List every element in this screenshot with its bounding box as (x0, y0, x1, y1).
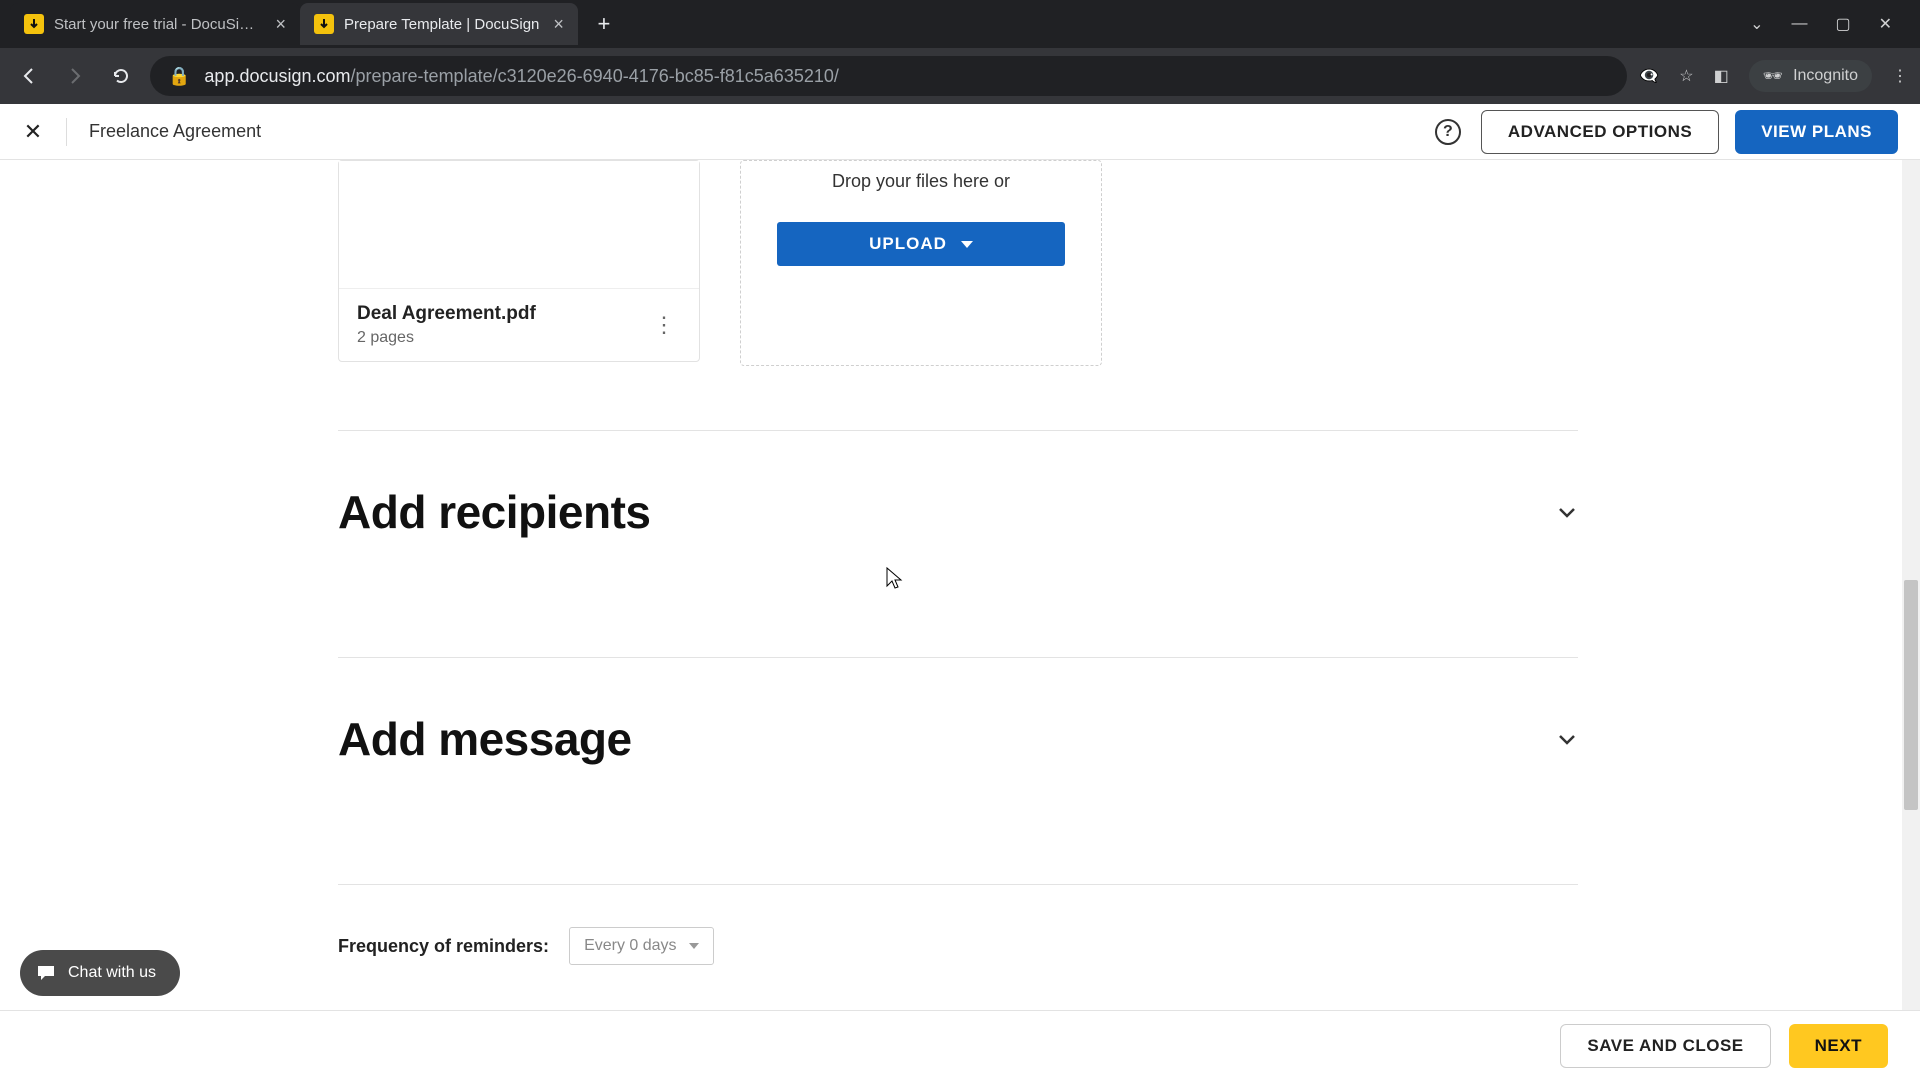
eye-off-icon[interactable]: 👁‍🗨 (1639, 66, 1659, 86)
tab-title: Start your free trial - DocuSign eS (54, 16, 261, 33)
document-thumbnail (339, 161, 699, 289)
tab-strip: Start your free trial - DocuSign eS × Pr… (0, 0, 1920, 48)
window-controls: ⌄ — ▢ ✕ (1750, 14, 1920, 34)
reminder-frequency-select[interactable]: Every 0 days (569, 927, 713, 965)
live-chat-button[interactable]: Chat with us (20, 950, 180, 996)
vertical-scrollbar[interactable] (1902, 160, 1920, 1038)
caret-down-icon (689, 943, 699, 949)
bookmark-star-icon[interactable]: ☆ (1679, 66, 1693, 86)
caret-down-icon (961, 241, 973, 248)
browser-tab-1[interactable]: Start your free trial - DocuSign eS × (10, 3, 300, 45)
browser-tab-2[interactable]: Prepare Template | DocuSign × (300, 3, 578, 45)
chevron-down-icon (1556, 501, 1578, 523)
dropzone-hint: Drop your files here or (832, 171, 1010, 192)
divider (66, 118, 67, 146)
document-pagecount: 2 pages (357, 329, 647, 347)
chevron-down-icon (1556, 728, 1578, 750)
reminder-label: Frequency of reminders: (338, 936, 549, 957)
footer-bar: SAVE AND CLOSE NEXT (0, 1010, 1920, 1080)
url-input[interactable]: 🔒 app.docusign.com/prepare-template/c312… (150, 56, 1627, 96)
minimize-icon[interactable]: — (1791, 15, 1807, 33)
reload-button[interactable] (104, 59, 138, 93)
incognito-icon: 🕶 (1763, 66, 1783, 86)
documents-row: Deal Agreement.pdf 2 pages ⋮ Drop your f… (338, 160, 1578, 366)
docusign-favicon (24, 14, 44, 34)
close-window-icon[interactable]: ✕ (1879, 14, 1892, 34)
upload-dropzone[interactable]: Drop your files here or UPLOAD (740, 160, 1102, 366)
select-value: Every 0 days (584, 937, 676, 955)
side-panel-icon[interactable]: ◧ (1714, 66, 1729, 86)
upload-button[interactable]: UPLOAD (777, 222, 1065, 266)
view-plans-button[interactable]: VIEW PLANS (1735, 110, 1898, 154)
tab-title: Prepare Template | DocuSign (344, 16, 539, 33)
chat-label: Chat with us (68, 964, 156, 982)
document-filename: Deal Agreement.pdf (357, 303, 647, 325)
tab-close-icon[interactable]: × (275, 14, 286, 35)
tab-close-icon[interactable]: × (553, 14, 564, 35)
add-message-section[interactable]: Add message (338, 658, 1578, 820)
section-title: Add recipients (338, 485, 651, 539)
section-title: Add message (338, 712, 632, 766)
incognito-label: Incognito (1793, 67, 1858, 85)
reminder-frequency-row: Frequency of reminders: Every 0 days (338, 885, 1578, 965)
template-name: Freelance Agreement (89, 121, 261, 142)
browser-chrome: Start your free trial - DocuSign eS × Pr… (0, 0, 1920, 104)
save-and-close-button[interactable]: SAVE AND CLOSE (1560, 1024, 1770, 1068)
docusign-favicon (314, 14, 334, 34)
toolbar-right: 👁‍🗨 ☆ ◧ 🕶 Incognito ⋮ (1639, 60, 1908, 92)
upload-button-label: UPLOAD (869, 234, 947, 254)
url-host: app.docusign.com (204, 66, 350, 87)
lock-icon: 🔒 (168, 66, 190, 87)
document-actions-menu[interactable]: ⋮ (647, 312, 681, 338)
document-card[interactable]: Deal Agreement.pdf 2 pages ⋮ (338, 160, 700, 362)
kebab-menu-icon[interactable]: ⋮ (1892, 66, 1908, 86)
forward-button[interactable] (58, 59, 92, 93)
main-viewport: Deal Agreement.pdf 2 pages ⋮ Drop your f… (0, 160, 1920, 1080)
incognito-badge[interactable]: 🕶 Incognito (1749, 60, 1872, 92)
close-template-button[interactable]: ✕ (18, 117, 48, 147)
url-path: /prepare-template/c3120e26-6940-4176-bc8… (351, 66, 839, 87)
new-tab-button[interactable]: + (588, 8, 620, 40)
tab-dropdown-icon[interactable]: ⌄ (1750, 14, 1763, 34)
app-header: ✕ Freelance Agreement ? ADVANCED OPTIONS… (0, 104, 1920, 160)
document-meta: Deal Agreement.pdf 2 pages ⋮ (339, 289, 699, 361)
address-bar: 🔒 app.docusign.com/prepare-template/c312… (0, 48, 1920, 104)
maximize-icon[interactable]: ▢ (1835, 14, 1850, 34)
add-recipients-section[interactable]: Add recipients (338, 431, 1578, 593)
advanced-options-button[interactable]: ADVANCED OPTIONS (1481, 110, 1719, 154)
chat-bubble-icon (36, 963, 56, 983)
back-button[interactable] (12, 59, 46, 93)
help-icon[interactable]: ? (1435, 119, 1461, 145)
next-button[interactable]: NEXT (1789, 1024, 1888, 1068)
content: Deal Agreement.pdf 2 pages ⋮ Drop your f… (338, 160, 1578, 965)
scrollbar-thumb[interactable] (1904, 580, 1918, 810)
